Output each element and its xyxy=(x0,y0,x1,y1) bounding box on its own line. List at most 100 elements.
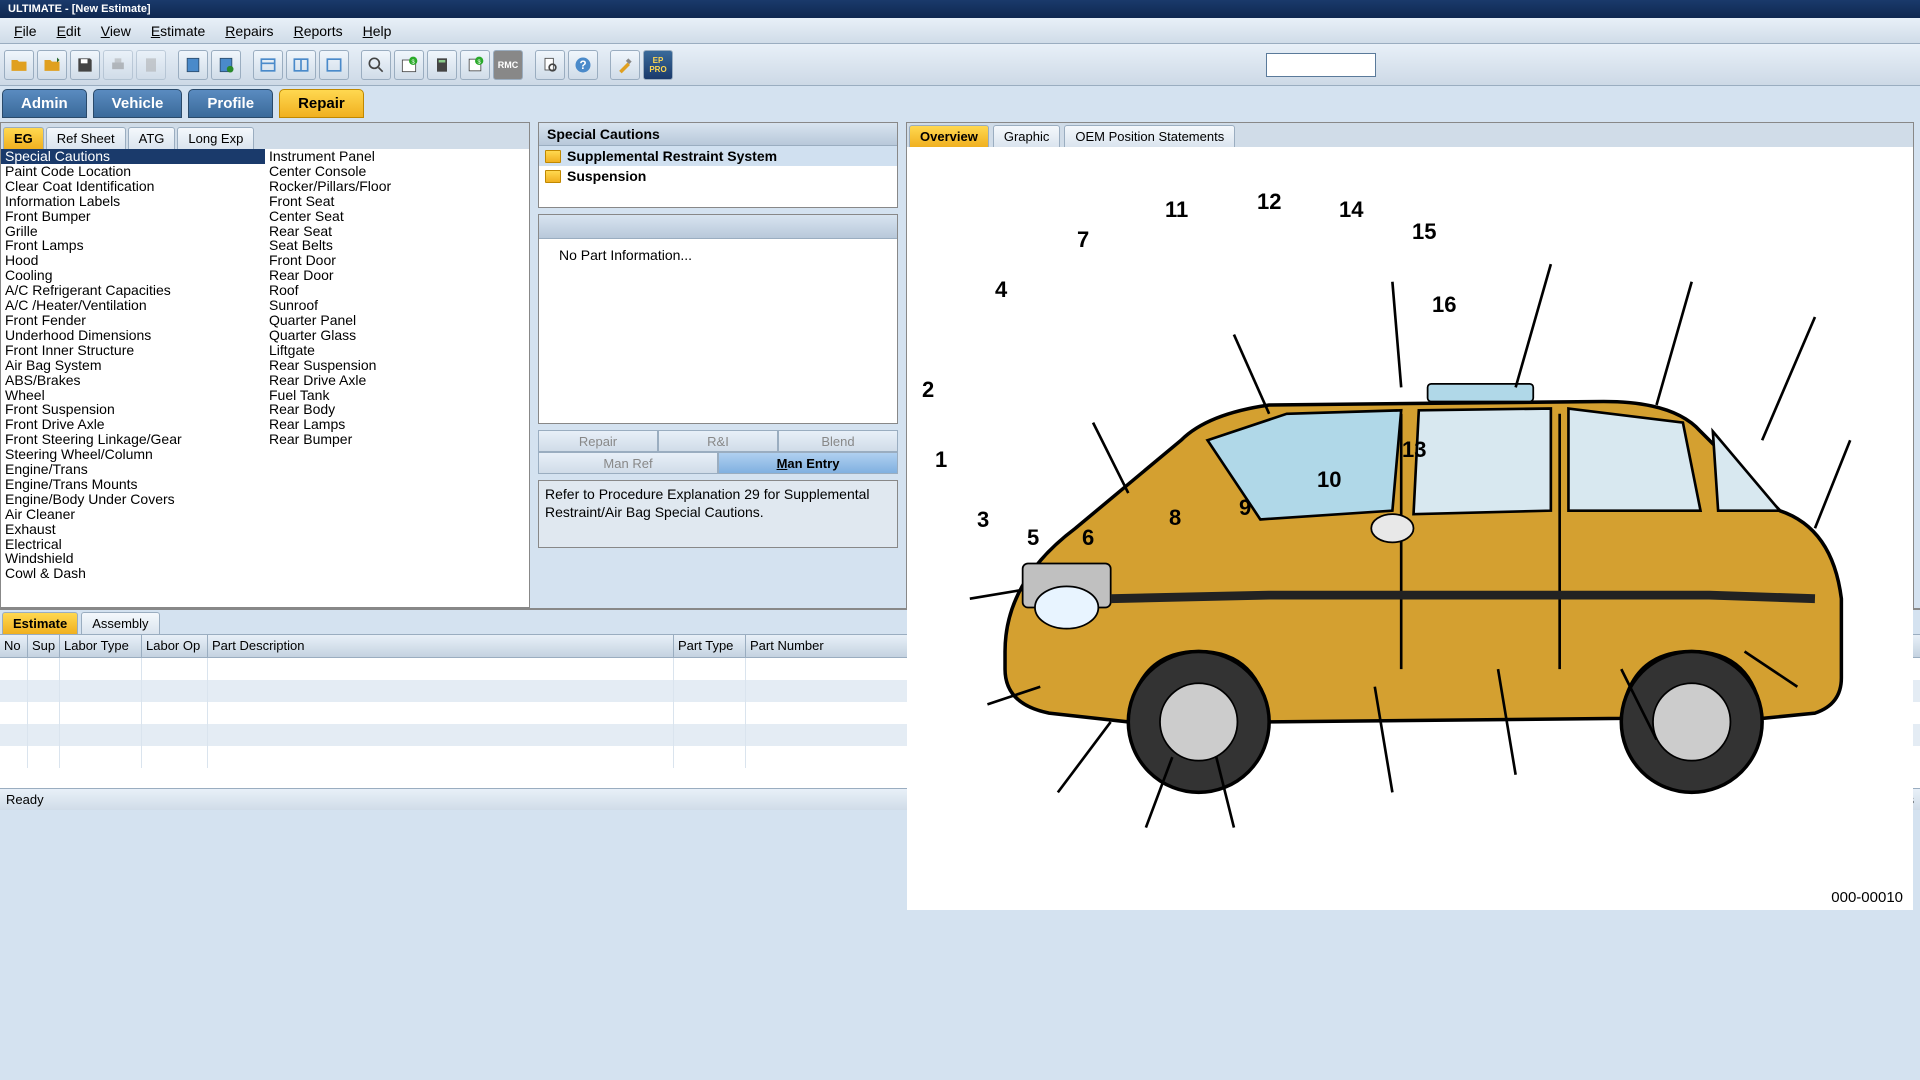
form2-icon[interactable] xyxy=(211,50,241,80)
category-item[interactable]: Rear Lamps xyxy=(265,417,529,432)
right-tab-overview[interactable]: Overview xyxy=(909,125,989,147)
ep-pro-icon[interactable]: EPPRO xyxy=(643,50,673,80)
grid-col-header[interactable]: Labor Op xyxy=(142,635,208,657)
layout2-icon[interactable] xyxy=(286,50,316,80)
category-item[interactable]: Sunroof xyxy=(265,298,529,313)
toolbar-search-input[interactable] xyxy=(1266,53,1376,77)
category-item[interactable]: Center Seat xyxy=(265,209,529,224)
category-item[interactable]: A/C Refrigerant Capacities xyxy=(1,283,265,298)
category-item[interactable]: Seat Belts xyxy=(265,238,529,253)
calendar-money-icon[interactable]: $ xyxy=(394,50,424,80)
category-item[interactable]: Front Seat xyxy=(265,194,529,209)
category-item[interactable]: Engine/Body Under Covers xyxy=(1,492,265,507)
category-item[interactable]: Air Bag System xyxy=(1,358,265,373)
calculator-icon[interactable] xyxy=(427,50,457,80)
category-item[interactable]: Special Cautions xyxy=(1,149,265,164)
open-icon[interactable] xyxy=(4,50,34,80)
category-item[interactable]: Rear Seat xyxy=(265,224,529,239)
category-item[interactable]: Clear Coat Identification xyxy=(1,179,265,194)
category-item[interactable]: Cowl & Dash xyxy=(1,566,265,581)
category-item[interactable]: Fuel Tank xyxy=(265,388,529,403)
category-item[interactable]: Instrument Panel xyxy=(265,149,529,164)
category-item[interactable]: Front Bumper xyxy=(1,209,265,224)
rmc-icon[interactable]: RMC xyxy=(493,50,523,80)
category-item[interactable]: Steering Wheel/Column xyxy=(1,447,265,462)
action-blend[interactable]: Blend xyxy=(778,430,898,452)
category-item[interactable]: Engine/Trans xyxy=(1,462,265,477)
menu-view[interactable]: View xyxy=(91,20,141,42)
category-item[interactable]: Underhood Dimensions xyxy=(1,328,265,343)
category-item[interactable]: Front Fender xyxy=(1,313,265,328)
help-icon[interactable]: ? xyxy=(568,50,598,80)
category-item[interactable]: Rear Suspension xyxy=(265,358,529,373)
category-item[interactable]: Cooling xyxy=(1,268,265,283)
category-item[interactable]: Front Steering Linkage/Gear xyxy=(1,432,265,447)
folder-item[interactable]: Supplemental Restraint System xyxy=(539,146,897,166)
menu-estimate[interactable]: Estimate xyxy=(141,20,215,42)
bottom-tab-assembly[interactable]: Assembly xyxy=(81,612,159,634)
category-item[interactable]: ABS/Brakes xyxy=(1,373,265,388)
category-item[interactable]: Hood xyxy=(1,253,265,268)
grid-col-header[interactable]: No xyxy=(0,635,28,657)
action-repair[interactable]: Repair xyxy=(538,430,658,452)
grid-col-header[interactable]: Labor Type xyxy=(60,635,142,657)
grid-col-header[interactable]: Part Type xyxy=(674,635,746,657)
subtab-ref-sheet[interactable]: Ref Sheet xyxy=(46,127,126,149)
form1-icon[interactable] xyxy=(178,50,208,80)
right-tab-oem-position-statements[interactable]: OEM Position Statements xyxy=(1064,125,1235,147)
action-man-ref[interactable]: Man Ref xyxy=(538,452,718,474)
category-item[interactable]: Exhaust xyxy=(1,522,265,537)
category-item[interactable]: Rear Body xyxy=(265,402,529,417)
layout3-icon[interactable] xyxy=(319,50,349,80)
category-item[interactable]: Quarter Glass xyxy=(265,328,529,343)
print-preview-icon[interactable] xyxy=(136,50,166,80)
category-item[interactable]: Rear Bumper xyxy=(265,432,529,447)
subtab-eg[interactable]: EG xyxy=(3,127,44,149)
folder-item[interactable]: Suspension xyxy=(539,166,897,186)
main-tab-admin[interactable]: Admin xyxy=(2,89,87,118)
subtab-atg[interactable]: ATG xyxy=(128,127,176,149)
category-item[interactable]: Rocker/Pillars/Floor xyxy=(265,179,529,194)
zoom-icon[interactable] xyxy=(361,50,391,80)
category-item[interactable]: Front Door xyxy=(265,253,529,268)
tools-icon[interactable] xyxy=(610,50,640,80)
category-item[interactable]: Center Console xyxy=(265,164,529,179)
category-item[interactable]: Air Cleaner xyxy=(1,507,265,522)
layout1-icon[interactable] xyxy=(253,50,283,80)
main-tab-vehicle[interactable]: Vehicle xyxy=(93,89,183,118)
grid-col-header[interactable]: Part Description xyxy=(208,635,674,657)
save-icon[interactable] xyxy=(70,50,100,80)
category-item[interactable]: Front Lamps xyxy=(1,238,265,253)
bottom-tab-estimate[interactable]: Estimate xyxy=(2,612,78,634)
action-ri[interactable]: R&I xyxy=(658,430,778,452)
category-item[interactable]: Roof xyxy=(265,283,529,298)
main-tab-profile[interactable]: Profile xyxy=(188,89,273,118)
category-item[interactable]: Information Labels xyxy=(1,194,265,209)
menu-reports[interactable]: Reports xyxy=(284,20,353,42)
action-man-entry[interactable]: Man Entry xyxy=(718,452,898,474)
grid-col-header[interactable]: Sup xyxy=(28,635,60,657)
category-item[interactable]: A/C /Heater/Ventilation xyxy=(1,298,265,313)
category-item[interactable]: Front Inner Structure xyxy=(1,343,265,358)
category-item[interactable]: Front Drive Axle xyxy=(1,417,265,432)
list-money-icon[interactable]: $ xyxy=(460,50,490,80)
category-item[interactable]: Windshield xyxy=(1,551,265,566)
category-item[interactable]: Grille xyxy=(1,224,265,239)
menu-edit[interactable]: Edit xyxy=(47,20,91,42)
menu-repairs[interactable]: Repairs xyxy=(215,20,283,42)
category-item[interactable]: Electrical xyxy=(1,537,265,552)
subtab-long-exp[interactable]: Long Exp xyxy=(177,127,254,149)
main-tab-repair[interactable]: Repair xyxy=(279,89,364,118)
print-icon[interactable] xyxy=(103,50,133,80)
menu-help[interactable]: Help xyxy=(353,20,402,42)
category-item[interactable]: Wheel xyxy=(1,388,265,403)
category-item[interactable]: Front Suspension xyxy=(1,402,265,417)
category-item[interactable]: Rear Door xyxy=(265,268,529,283)
category-item[interactable]: Engine/Trans Mounts xyxy=(1,477,265,492)
search-doc-icon[interactable] xyxy=(535,50,565,80)
category-item[interactable]: Quarter Panel xyxy=(265,313,529,328)
category-item[interactable]: Rear Drive Axle xyxy=(265,373,529,388)
menu-file[interactable]: File xyxy=(4,20,47,42)
right-tab-graphic[interactable]: Graphic xyxy=(993,125,1061,147)
open-dropdown-icon[interactable] xyxy=(37,50,67,80)
